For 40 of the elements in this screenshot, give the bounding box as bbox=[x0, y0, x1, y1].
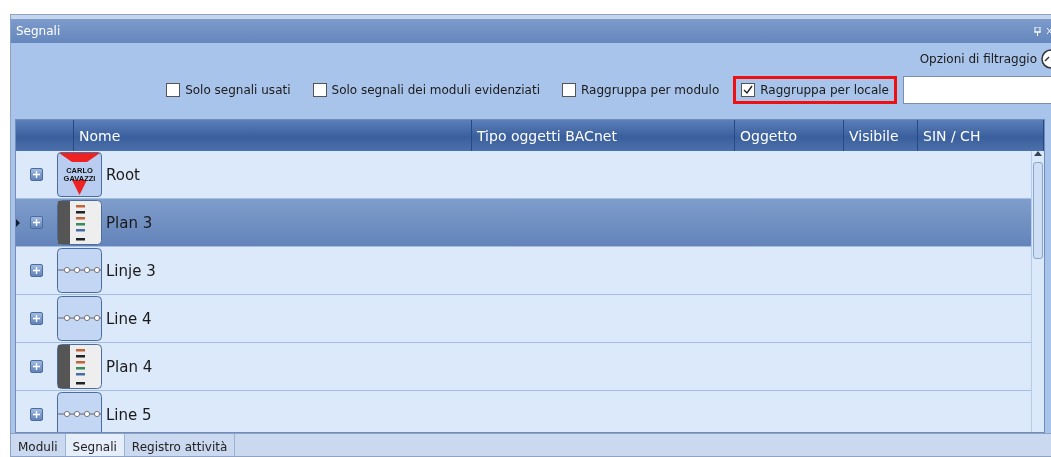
pin-icon[interactable] bbox=[1034, 26, 1041, 36]
row-name: Plan 4 bbox=[106, 357, 153, 376]
plus-icon bbox=[33, 171, 40, 178]
row-pointer-icon bbox=[16, 218, 20, 227]
plus-icon bbox=[33, 363, 40, 370]
highlighted-checkbox[interactable]: Raggruppa per locale bbox=[733, 76, 897, 104]
panel-icon bbox=[57, 200, 102, 245]
row-name: Linje 3 bbox=[106, 261, 156, 280]
plus-icon bbox=[33, 315, 40, 322]
row-name: Line 4 bbox=[106, 309, 152, 328]
filter-checkbox[interactable]: Solo segnali dei moduli evidenziati bbox=[304, 76, 548, 104]
plus-icon bbox=[33, 411, 40, 418]
expand-button[interactable] bbox=[30, 216, 43, 229]
tree-row[interactable]: Linje 3 bbox=[16, 247, 1031, 295]
bottom-tab[interactable]: Registro attività bbox=[124, 434, 236, 456]
close-icon[interactable] bbox=[1047, 27, 1051, 35]
row-name: Plan 3 bbox=[106, 213, 153, 232]
filter-checkbox[interactable]: Solo segnali usati bbox=[158, 76, 299, 104]
tree-row[interactable]: Plan 3 bbox=[16, 199, 1031, 247]
row-name: Line 5 bbox=[106, 405, 152, 424]
expand-button[interactable] bbox=[30, 360, 43, 373]
filter-checkbox[interactable]: Raggruppa per modulo bbox=[554, 76, 728, 104]
expand-button[interactable] bbox=[30, 168, 43, 181]
search-field[interactable] bbox=[903, 76, 1051, 104]
tree-row[interactable]: Line 4 bbox=[16, 295, 1031, 343]
panel-icon bbox=[57, 344, 102, 389]
collapse-icon[interactable] bbox=[1041, 49, 1051, 69]
bottom-tab[interactable]: Moduli bbox=[11, 434, 66, 456]
filter-options-label: Opzioni di filtraggio bbox=[919, 52, 1037, 66]
plus-icon bbox=[33, 267, 40, 274]
panel-title: Segnali bbox=[16, 24, 61, 38]
scrollbar[interactable] bbox=[1031, 151, 1044, 432]
bottom-tab[interactable]: Segnali bbox=[65, 434, 125, 456]
plus-icon bbox=[33, 219, 40, 226]
expand-button[interactable] bbox=[30, 312, 43, 325]
expand-button[interactable] bbox=[30, 408, 43, 421]
check-icon bbox=[743, 85, 754, 95]
tree-row[interactable]: Plan 4 bbox=[16, 343, 1031, 391]
row-name: Root bbox=[106, 165, 140, 184]
expand-button[interactable] bbox=[30, 264, 43, 277]
